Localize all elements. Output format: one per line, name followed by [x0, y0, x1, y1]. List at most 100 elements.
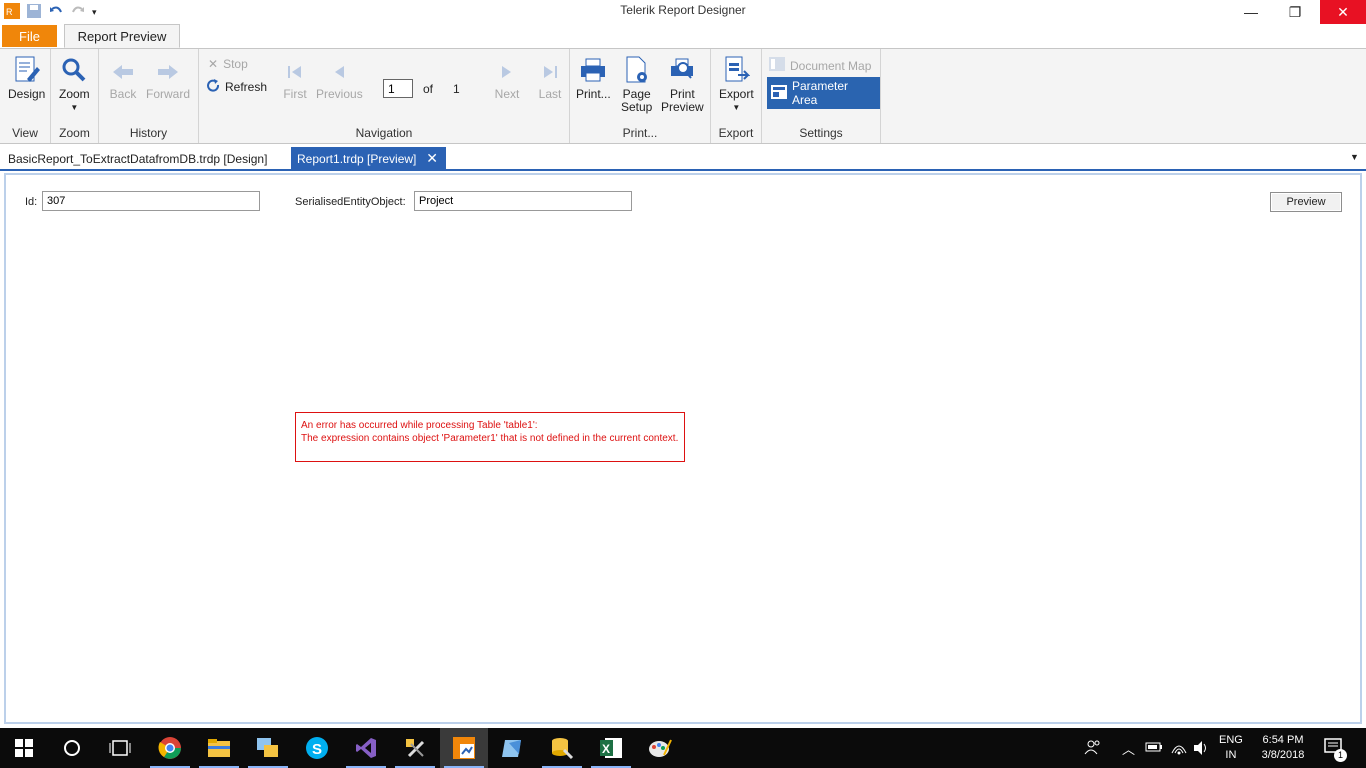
redo-icon[interactable]	[70, 3, 86, 22]
last-page-icon	[535, 59, 565, 85]
refresh-button[interactable]: Refresh	[207, 79, 267, 95]
notepad-app-icon[interactable]	[489, 728, 537, 768]
file-tab[interactable]: File	[2, 25, 57, 47]
database-tool-icon[interactable]	[538, 728, 586, 768]
svg-text:R: R	[6, 7, 13, 17]
clock-time: 6:54 PM	[1262, 734, 1304, 746]
group-history: Back Forward History	[99, 49, 199, 143]
windows-start-icon[interactable]	[0, 728, 48, 768]
stop-icon: ✕	[208, 57, 219, 71]
close-icon[interactable]: ✕	[426, 150, 438, 167]
task-view-icon[interactable]	[96, 728, 144, 768]
entity-parameter-input[interactable]	[414, 191, 632, 211]
tab-report-preview[interactable]: Report Preview	[64, 24, 180, 48]
refresh-icon	[207, 79, 220, 95]
input-language-indicator[interactable]: ENG IN	[1219, 733, 1243, 763]
ribbon: Design View Zoom ▼ Zoom Back Forward His…	[0, 48, 1366, 144]
people-icon[interactable]	[1084, 738, 1102, 759]
arrow-left-icon	[108, 59, 138, 85]
battery-icon[interactable]	[1145, 741, 1163, 756]
chevron-down-icon: ▼	[70, 103, 79, 112]
print-preview-button[interactable]: Print Preview	[661, 55, 704, 114]
file-explorer-icon[interactable]	[195, 728, 243, 768]
id-parameter-label: Id:	[25, 196, 38, 208]
id-parameter-input[interactable]	[42, 191, 260, 211]
print-preview-icon	[667, 55, 697, 85]
svg-text:X: X	[602, 742, 610, 756]
forward-button[interactable]: Forward	[146, 59, 190, 101]
window-title: Telerik Report Designer	[620, 3, 746, 17]
close-button[interactable]: ✕	[1320, 0, 1366, 24]
parameter-area-button[interactable]: Parameter Area	[767, 77, 880, 109]
previous-page-button[interactable]: Previous	[316, 59, 363, 101]
restore-button[interactable]: ❐	[1272, 0, 1318, 24]
group-navigation: ✕ Stop Refresh First Previous of 1	[199, 49, 570, 143]
printer-icon	[578, 55, 608, 85]
clock[interactable]: 6:54 PM 3/8/2018	[1252, 733, 1314, 763]
tools-icon[interactable]	[391, 728, 439, 768]
page-setup-button[interactable]: Page Setup	[621, 55, 652, 114]
notification-count-badge: 1	[1334, 749, 1347, 762]
excel-icon[interactable]: X	[587, 728, 635, 768]
minimize-button[interactable]: —	[1228, 0, 1274, 24]
chevron-up-icon[interactable]: ︿	[1122, 739, 1135, 758]
save-icon[interactable]	[26, 3, 42, 22]
undo-icon[interactable]	[48, 3, 64, 22]
group-label-print: Print...	[622, 126, 658, 140]
group-settings: Document Map Parameter Area Settings	[762, 49, 881, 143]
customize-qat-icon[interactable]: ▾	[92, 7, 97, 18]
page-number-input[interactable]	[383, 79, 413, 98]
app-icon: R	[4, 3, 20, 22]
back-button[interactable]: Back	[108, 59, 138, 101]
next-page-icon	[492, 59, 522, 85]
design-button[interactable]: Design	[8, 55, 45, 101]
error-message-line-1: An error has occurred while processing T…	[301, 420, 538, 431]
parameter-area-icon	[771, 84, 787, 102]
group-label-settings: Settings	[799, 126, 843, 140]
report-designer-taskbar-icon[interactable]	[440, 728, 488, 768]
last-page-button[interactable]: Last	[535, 59, 565, 101]
group-label-zoom: Zoom	[59, 126, 90, 140]
of-label: of	[423, 82, 434, 96]
group-export: Export ▼ Export	[711, 49, 762, 143]
group-label-view: View	[12, 126, 38, 140]
design-icon	[12, 55, 42, 85]
error-message-line-2: The expression contains object 'Paramete…	[301, 433, 679, 444]
wifi-icon[interactable]	[1170, 739, 1188, 758]
document-map-icon	[769, 57, 785, 74]
group-print: Print... Page Setup Print Preview Print.…	[570, 49, 711, 143]
page-setup-icon	[622, 55, 652, 85]
document-map-button[interactable]: Document Map	[769, 57, 871, 74]
tab-preview-label: Report1.trdp [Preview]	[297, 151, 417, 166]
tab-design-document[interactable]: BasicReport_ToExtractDatafromDB.trdp [De…	[0, 148, 298, 170]
visual-studio-icon[interactable]	[342, 728, 390, 768]
language-label: ENG	[1219, 734, 1243, 746]
sticky-windows-icon[interactable]	[244, 728, 292, 768]
first-page-button[interactable]: First	[280, 59, 310, 101]
skype-icon[interactable]: S	[293, 728, 341, 768]
export-icon	[721, 55, 751, 85]
export-button[interactable]: Export ▼	[719, 55, 754, 114]
tab-list-chevron-down-icon[interactable]: ▼	[1350, 152, 1359, 162]
tab-preview-document[interactable]: Report1.trdp [Preview] ✕	[291, 147, 446, 170]
previous-page-icon	[324, 59, 354, 85]
print-button[interactable]: Print...	[576, 55, 611, 101]
search-circle-icon[interactable]	[48, 728, 96, 768]
entity-parameter-label: SerialisedEntityObject:	[295, 196, 406, 208]
arrow-right-icon	[153, 59, 183, 85]
next-page-button[interactable]: Next	[492, 59, 522, 101]
stop-button[interactable]: ✕ Stop	[208, 57, 248, 71]
error-message-box: An error has occurred while processing T…	[295, 412, 685, 462]
region-label: IN	[1225, 749, 1237, 761]
group-label-export: Export	[718, 126, 754, 140]
paint-icon[interactable]	[636, 728, 684, 768]
group-view: Design View	[0, 49, 51, 143]
clock-date: 3/8/2018	[1261, 749, 1305, 761]
chrome-icon[interactable]	[146, 728, 194, 768]
volume-icon[interactable]	[1192, 740, 1210, 759]
group-label-navigation: Navigation	[355, 126, 413, 140]
preview-button[interactable]: Preview	[1270, 192, 1342, 212]
quick-access-toolbar: R ▾	[4, 3, 97, 22]
first-page-icon	[280, 59, 310, 85]
zoom-button[interactable]: Zoom ▼	[59, 55, 90, 114]
